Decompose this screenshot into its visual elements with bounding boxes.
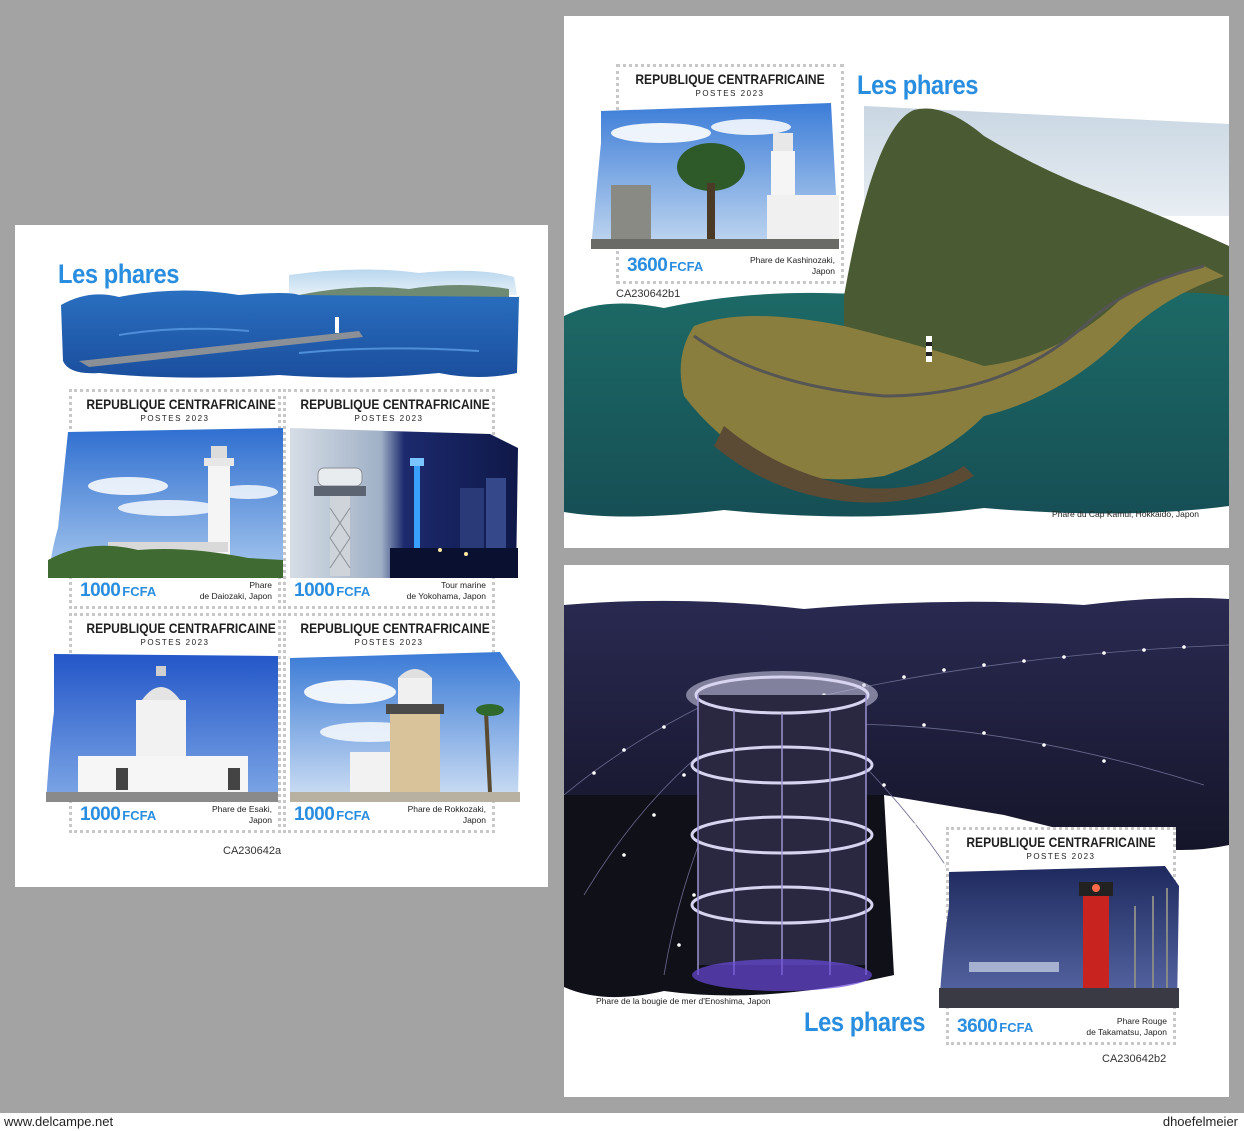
- watermark-right: dhoefelmeier: [1162, 1114, 1238, 1129]
- stamp-caption: Phare de Rokkozaki, Japon: [407, 804, 486, 825]
- souvenir-sheet-b2: Phare de la bougie de mer d'Enoshima, Ja…: [564, 565, 1229, 1097]
- stamp-caption: Phare Rouge de Takamatsu, Japon: [1086, 1016, 1167, 1037]
- sheet-code: CA230642a: [223, 845, 282, 857]
- stamp-value: 1000 FCFA: [80, 804, 156, 826]
- stamp-caption: Phare de Daiozaki, Japon: [199, 580, 272, 601]
- value-currency: FCFA: [336, 584, 371, 599]
- stamp-country: REPUBLIQUE CENTRAFRICAINE: [300, 620, 490, 636]
- value-number: 1000: [294, 804, 335, 825]
- stamp-postes: POSTES 2023: [354, 638, 424, 647]
- stamp-photo-lighthouse: [591, 103, 839, 249]
- value-currency: FCFA: [122, 584, 157, 599]
- sheet-code: CA230642b1: [616, 288, 681, 300]
- stamp-takamatsu: REPUBLIQUE CENTRAFRICAINE POSTES 2023 36…: [939, 827, 1179, 1045]
- stamp-photo-tower: [290, 428, 518, 578]
- stamp-country: REPUBLIQUE CENTRAFRICAINE: [635, 71, 825, 87]
- stamp-caption: Phare de Kashinozaki, Japon: [749, 255, 835, 276]
- stamp-country: REPUBLIQUE CENTRAFRICAINE: [86, 620, 276, 636]
- stamp-caption: Phare de Esaki, Japon: [211, 804, 272, 825]
- stamp-photo-lighthouse: [939, 866, 1179, 1008]
- value-number: 3600: [957, 1016, 998, 1037]
- stamp-value: 3600 FCFA: [957, 1016, 1033, 1038]
- watermark-bar: www.delcampe.net dhoefelmeier: [0, 1113, 1244, 1131]
- value-currency: FCFA: [669, 259, 704, 274]
- stamp-postes: POSTES 2023: [140, 638, 210, 647]
- stamp-postes: POSTES 2023: [695, 89, 765, 98]
- souvenir-sheet-a: Les phares REPUBLIQUE CENTRAFRICAINE POS…: [15, 225, 548, 887]
- stamp-postes: POSTES 2023: [1026, 852, 1096, 861]
- value-number: 3600: [627, 255, 668, 276]
- stamp-value: 3600 FCFA: [627, 255, 703, 277]
- stamp-photo-lighthouse: [290, 652, 520, 802]
- stamp-value: 1000 FCFA: [294, 804, 370, 826]
- stamp-daiozaki: REPUBLIQUE CENTRAFRICAINE POSTES 2023 10…: [48, 389, 283, 609]
- stamp-photo-lighthouse: [46, 652, 278, 802]
- stamp-yokohama: REPUBLIQUE CENTRAFRICAINE POSTES 2023 10…: [283, 389, 518, 609]
- stamp-country: REPUBLIQUE CENTRAFRICAINE: [86, 396, 276, 412]
- stamp-rokkozaki: REPUBLIQUE CENTRAFRICAINE POSTES 2023 10…: [283, 613, 520, 833]
- value-number: 1000: [80, 804, 121, 825]
- background-caption: Phare de la bougie de mer d'Enoshima, Ja…: [596, 996, 771, 1006]
- value-currency: FCFA: [336, 808, 371, 823]
- value-number: 1000: [294, 580, 335, 601]
- watermark-left[interactable]: www.delcampe.net: [4, 1114, 113, 1129]
- stamp-kashinozaki: REPUBLIQUE CENTRAFRICAINE POSTES 2023 36…: [591, 64, 844, 284]
- sheet-code: CA230642b2: [1102, 1053, 1167, 1065]
- souvenir-sheet-b1: Les phares Phare du Cap Kamui, Hokkaido,…: [564, 16, 1229, 548]
- sheet-b2-title: Les phares: [804, 1007, 926, 1037]
- stamp-country: REPUBLIQUE CENTRAFRICAINE: [300, 396, 490, 412]
- stamp-caption: Tour marine de Yokohama, Japon: [406, 580, 486, 601]
- stamp-value: 1000 FCFA: [294, 580, 370, 602]
- stamp-postes: POSTES 2023: [140, 414, 210, 423]
- value-number: 1000: [80, 580, 121, 601]
- stamp-esaki: REPUBLIQUE CENTRAFRICAINE POSTES 2023 10…: [46, 613, 281, 833]
- value-currency: FCFA: [122, 808, 157, 823]
- stamp-photo-lighthouse: [48, 428, 283, 578]
- stamp-postes: POSTES 2023: [354, 414, 424, 423]
- stamp-value: 1000 FCFA: [80, 580, 156, 602]
- sheet-a-title: Les phares: [58, 259, 180, 289]
- background-caption: Phare du Cap Kamui, Hokkaido, Japon: [1052, 509, 1199, 519]
- sheet-b1-title: Les phares: [857, 70, 979, 100]
- stamp-country: REPUBLIQUE CENTRAFRICAINE: [966, 834, 1156, 850]
- value-currency: FCFA: [999, 1020, 1034, 1035]
